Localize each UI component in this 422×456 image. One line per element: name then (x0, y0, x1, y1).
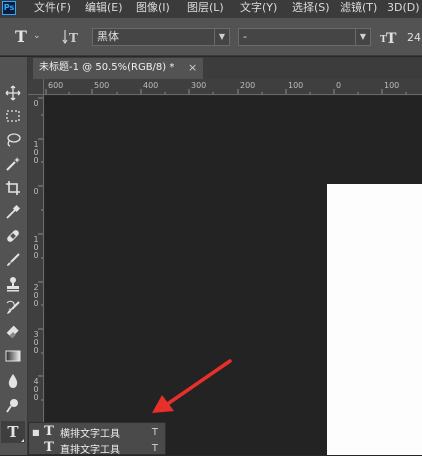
history-brush-tool-button[interactable] (1, 297, 25, 319)
healing-brush-tool-button[interactable] (1, 225, 25, 247)
text-tool-icon: T (7, 423, 19, 441)
menu-filter[interactable]: 滤镜(T) (340, 1, 377, 15)
svg-text:T: T (69, 31, 78, 45)
font-family-value: 黑体 (97, 30, 119, 43)
ruler-v-label: 1 0 0 (33, 140, 39, 165)
flyout-indicator-icon (21, 439, 24, 442)
ruler-h-label: 100 (384, 81, 400, 90)
chevron-down-icon[interactable]: ⌄ (33, 31, 41, 41)
menu-image[interactable]: 图像(I) (136, 1, 170, 15)
chevron-down-icon: ▼ (214, 29, 229, 45)
ruler-h-label: 500 (94, 81, 110, 90)
crop-tool-button[interactable] (1, 177, 25, 199)
ruler-h-label: 400 (143, 81, 159, 90)
brush-icon (7, 253, 20, 266)
magic-wand-icon (6, 157, 20, 171)
menu-file[interactable]: 文件(F) (34, 1, 71, 15)
gradient-icon (5, 350, 21, 362)
dodge-tool-button[interactable] (1, 395, 25, 417)
gradient-tool-button[interactable] (1, 345, 25, 367)
menu-select[interactable]: 选择(S) (292, 1, 330, 15)
text-tool-preset-icon[interactable]: T (12, 28, 30, 46)
eraser-icon (6, 325, 19, 339)
move-icon (5, 85, 21, 101)
clone-stamp-tool-button[interactable] (1, 273, 25, 295)
font-style-value: - (243, 30, 247, 43)
vertical-type-icon: T (44, 440, 54, 455)
lasso-icon (7, 133, 21, 147)
flyout-item-shortcut: T (151, 442, 158, 454)
ruler-v-label: 0 (33, 187, 39, 196)
horizontal-ruler[interactable]: 600 500 400 300 200 100 0 100 (28, 79, 422, 95)
ruler-h-label: 600 (48, 81, 64, 90)
chevron-down-icon: ▼ (355, 29, 370, 45)
dodge-icon (6, 399, 18, 413)
svg-text:T: T (386, 31, 397, 47)
flyout-item-shortcut: T (151, 426, 158, 438)
font-size-field[interactable]: 24 (407, 31, 421, 44)
horizontal-type-icon: T (44, 424, 54, 439)
ruler-v-label: 3 0 0 (33, 330, 39, 355)
marquee-tool-button[interactable] (1, 105, 25, 127)
lasso-tool-button[interactable] (1, 129, 25, 151)
eyedropper-tool-button[interactable] (1, 201, 25, 223)
document-tab[interactable]: 未标题-1 @ 50.5%(RGB/8) * (33, 58, 203, 79)
document-canvas[interactable] (327, 184, 422, 455)
ruler-corner (28, 79, 44, 95)
brush-tool-button[interactable] (1, 249, 25, 271)
vertical-ruler[interactable]: 0 1 0 0 0 1 0 0 2 0 0 3 0 0 4 0 0 (28, 95, 44, 455)
move-tool-button[interactable] (1, 82, 25, 104)
magic-wand-tool-button[interactable] (1, 153, 25, 175)
ruler-h-label: 100 (288, 81, 304, 90)
text-tool-button[interactable]: T (1, 421, 25, 443)
flyout-item-horizontal-type[interactable]: ■ T 横排文字工具 T (32, 424, 162, 440)
eraser-tool-button[interactable] (1, 321, 25, 343)
flyout-item-label: 直排文字工具 (60, 444, 120, 456)
ruler-v-label: 2 0 0 (33, 283, 39, 308)
blur-tool-button[interactable] (1, 370, 25, 392)
font-family-select[interactable]: 黑体 ▼ (92, 28, 230, 46)
photoshop-logo: Ps (2, 1, 16, 15)
close-icon[interactable]: × (188, 58, 200, 78)
font-size-icon: T T (380, 27, 400, 47)
ruler-v-label: 0 (33, 99, 39, 108)
annotation-arrow-icon (152, 359, 232, 413)
ruler-h-label: 300 (191, 81, 207, 90)
ruler-h-label: 200 (240, 81, 256, 90)
blur-icon (8, 374, 18, 388)
marquee-icon (6, 110, 20, 122)
ruler-h-label: 0 (336, 81, 342, 90)
active-bullet-icon: ■ (32, 427, 40, 437)
crop-icon (6, 181, 20, 195)
menu-layer[interactable]: 图层(L) (187, 1, 224, 15)
ruler-v-label: 1 0 0 (33, 235, 39, 260)
menu-edit[interactable]: 编辑(E) (85, 1, 123, 15)
clone-stamp-icon (7, 277, 19, 292)
healing-brush-icon (7, 230, 19, 242)
menu-3d[interactable]: 3D(D) (387, 1, 420, 15)
font-style-select[interactable]: - ▼ (238, 28, 371, 46)
flyout-item-vertical-type[interactable]: T 直排文字工具 T (32, 440, 162, 456)
menu-type[interactable]: 文字(Y) (240, 1, 277, 15)
eyedropper-icon (6, 204, 21, 219)
toggle-text-orientation-icon[interactable]: T (60, 27, 80, 47)
ruler-v-label: 4 0 0 (33, 377, 39, 402)
flyout-item-label: 横排文字工具 (60, 428, 120, 440)
history-brush-icon (6, 300, 20, 314)
